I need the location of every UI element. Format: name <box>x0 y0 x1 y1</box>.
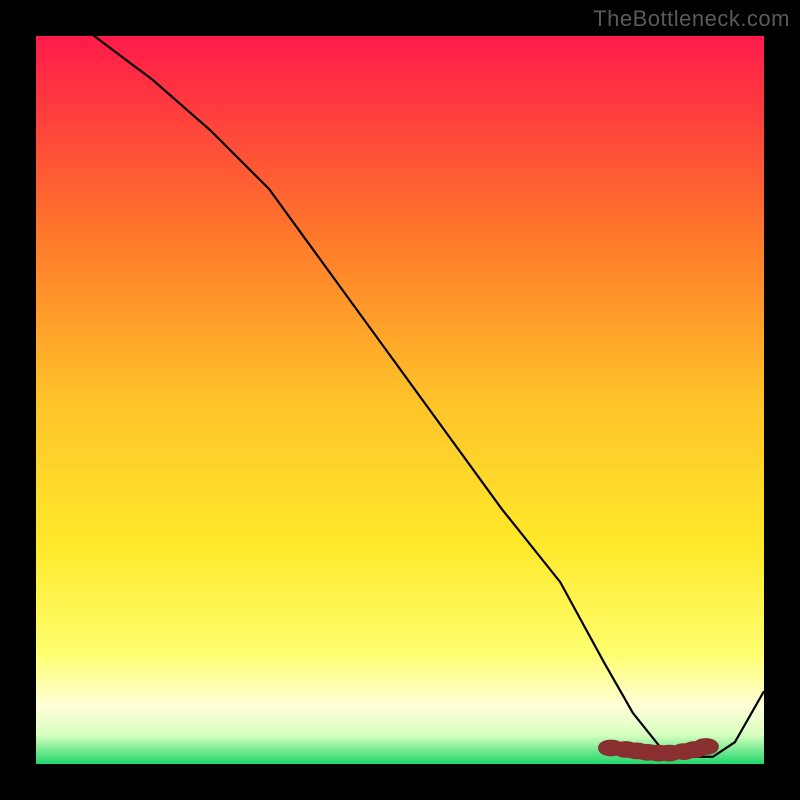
watermark-text: TheBottleneck.com <box>593 6 790 32</box>
curve-path <box>36 36 764 757</box>
valley-marker <box>697 743 714 751</box>
plot-area <box>36 36 764 764</box>
chart-frame: TheBottleneck.com <box>0 0 800 800</box>
bottleneck-curve <box>36 36 764 764</box>
